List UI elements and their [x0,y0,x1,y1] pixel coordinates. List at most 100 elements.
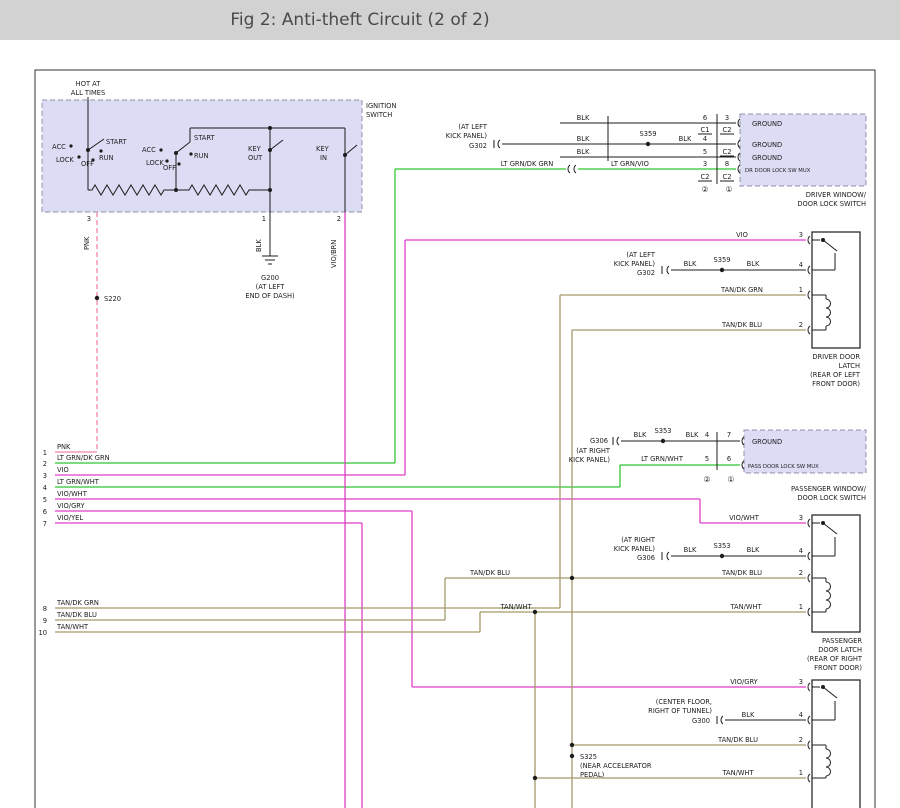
wire-label: RUN [99,154,114,162]
wire-label: (CENTER FLOOR, [656,698,712,706]
pass-door-lock-connector-rows [613,432,740,470]
splice-s359-a [646,142,650,146]
wire-label: TAN/DK BLU [721,321,762,329]
wire-label: START [106,138,128,146]
wire-label: KICK PANEL) [614,545,656,553]
page: Fig 2: Anti-theft Circuit (2 of 2) [0,0,900,808]
wire-label: VIO/WHT [729,514,760,522]
wire-label: (REAR OF LEFT [810,371,861,379]
splice-s353-label: S353 [654,427,671,435]
wire-label: 3 [87,215,91,223]
wire-label: 4 [43,484,47,492]
splice-s325 [570,754,574,758]
wire-label: IN [320,154,327,162]
wire-label: GROUND [752,120,782,128]
wire-label: C1 [701,126,710,134]
wire-label: S353 [713,542,730,550]
wire-label: LOCK [56,156,74,164]
wire-label: 4 [799,711,803,719]
wire-label: C2 [723,126,732,134]
wire-label: 4 [799,261,803,269]
wire-label: VIO/GRY [730,678,758,686]
wire-label: S359 [713,256,730,264]
wire-label: 1 [799,769,803,777]
wire-label: 4 [799,547,803,555]
wire-label: BLK [577,148,590,156]
wire-label: DOOR LOCK SWITCH [797,200,866,208]
wire-label: VIO [736,231,748,239]
wire-label: BLK [747,546,760,554]
wire-label: VIO/BRN [330,240,338,268]
wire-label: 8 [725,160,729,168]
wire-label: KICK PANEL) [569,456,611,464]
wire-label: TAN/WHT [721,769,754,777]
wire-label: 6 [43,508,47,516]
third-door-latch-box [812,680,860,808]
splice-dots [69,126,825,780]
wire-label: ① [727,475,734,484]
wire-label: (AT LEFT [256,283,286,291]
hot-at-all-times-label: HOT AT [76,80,102,88]
wire-label: ACC [52,143,66,151]
wire-label: C2 [723,173,732,181]
wire-label: 6 [703,114,707,122]
ground-g300-label: G300 [692,717,710,725]
wire-label: PEDAL) [580,771,605,779]
wire-label: KEY [248,145,262,153]
wire-label: RIGHT OF TUNNEL) [648,707,712,715]
wire-label: 3 [43,472,47,480]
passenger-window-door-lock-switch-label: PASSENGER WINDOW/ [791,485,867,493]
wire-label: (AT RIGHT [576,447,611,455]
splice-s220 [95,296,99,300]
wire-label: 5 [43,496,47,504]
wire-label: KICK PANEL) [614,260,656,268]
wire-label: BLK [742,711,755,719]
wire-label: 4 [703,135,707,143]
wire-label: BLK [577,114,590,122]
wire-label: VIO [57,466,69,474]
third-latch-ground-row [717,716,806,724]
wire-label: GROUND [752,154,782,162]
wire-label: FRONT DOOR) [812,380,860,388]
passenger-door-latch-label: PASSENGER [822,637,862,645]
splice-s325-label: S325 [580,753,597,761]
wire-label: DR DOOR LOCK SW MUX [745,168,811,174]
wire-label: VIO/GRY [57,502,85,510]
splice-s359-label: S359 [639,130,656,138]
wire-label: 1 [799,286,803,294]
splice-s353-b [720,554,724,558]
wire-label: DOOR LOCK SWITCH [797,494,866,502]
wire-label: (NEAR ACCELERATOR [580,762,652,770]
wire-label: START [194,134,216,142]
driver-window-door-lock-switch-label: DRIVER WINDOW/ [806,191,867,199]
wire-label: C2 [701,173,710,181]
wire-label: TAN/WHT [729,603,762,611]
wire-label: RUN [194,152,209,160]
wire-label: 5 [703,148,707,156]
wire-label: LATCH [839,362,860,370]
wire-label: TAN/WHT [499,603,532,611]
wire-label: TAN/DK BLU [56,611,97,619]
wire-label: KICK PANEL) [446,132,488,140]
wire-label: (AT LEFT [458,123,488,131]
wire-label: END OF DASH) [245,292,295,300]
wire-label: 2 [43,460,47,468]
wire-label: BLK [747,260,760,268]
wire-label: PNK [83,236,91,250]
wire-label: 3 [799,514,803,522]
wire-label: ACC [142,146,156,154]
wire-label: ALL TIMES [71,89,105,97]
wire-label: 3 [725,114,729,122]
wire-label: VIO/WHT [57,490,88,498]
wire-label: VIO/YEL [57,514,83,522]
wire-label: 3 [703,160,707,168]
wire-label: (REAR OF RIGHT [807,655,863,663]
wire-label: TAN/DK BLU [721,569,762,577]
wire-label: BLK [679,135,692,143]
wire-label: 3 [799,231,803,239]
wire-label: LT GRN/VIO [611,160,649,168]
wire-label: OUT [248,154,263,162]
wire-label: TAN/DK GRN [56,599,99,607]
ground-g302-label: G302 [469,142,487,150]
wire-label: 2 [799,736,803,744]
